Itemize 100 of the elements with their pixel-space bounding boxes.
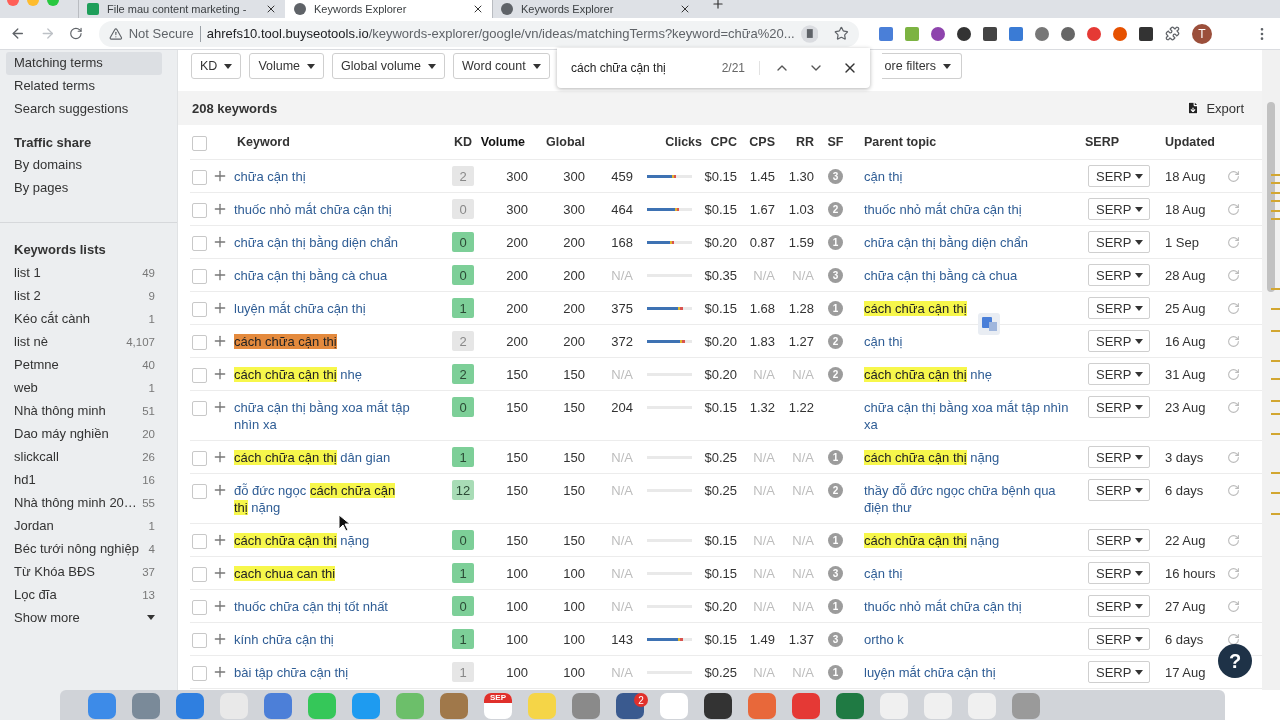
- row-checkbox[interactable]: [192, 633, 207, 648]
- serp-button[interactable]: SERP: [1088, 479, 1150, 501]
- parent-topic-link[interactable]: chữa cận thị bằng xoa mắt tập nhìn xa: [857, 399, 1085, 433]
- find-field[interactable]: cách chữa cận thị 2/21: [571, 61, 760, 75]
- parent-topic-link[interactable]: cách chữa cận thị nặng: [857, 532, 1085, 549]
- parent-topic-link[interactable]: chữa cận thị bằng cà chua: [857, 267, 1085, 284]
- select-all-checkbox[interactable]: [192, 135, 207, 151]
- keyword-link[interactable]: chữa cận thị bằng cà chua: [234, 267, 444, 284]
- export-button[interactable]: Export: [1186, 100, 1244, 116]
- list-name[interactable]: Béc tưới nông nghiệp: [14, 541, 139, 556]
- page-icon[interactable]: [800, 24, 819, 43]
- serp-button[interactable]: SERP: [1088, 595, 1150, 617]
- row-checkbox[interactable]: [192, 484, 207, 499]
- extension-icon[interactable]: [1061, 26, 1075, 41]
- serp-button[interactable]: SERP: [1088, 330, 1150, 352]
- column-header[interactable]: Updated: [1160, 135, 1227, 149]
- keyword-link[interactable]: thuốc chữa cận thị tốt nhất: [234, 598, 444, 615]
- app-icon[interactable]: [836, 693, 864, 719]
- column-header[interactable]: SERP: [1085, 135, 1160, 149]
- list-name[interactable]: Từ Khóa BĐS: [14, 564, 95, 579]
- add-icon[interactable]: [212, 333, 228, 349]
- row-checkbox[interactable]: [192, 236, 207, 251]
- add-icon[interactable]: [212, 234, 228, 250]
- keyword-link[interactable]: chữa cận thị bằng diện chẩn: [234, 234, 444, 251]
- parent-topic-link[interactable]: cận thị: [857, 168, 1085, 185]
- filter-dropdown[interactable]: KD: [191, 53, 242, 79]
- close-icon[interactable]: [679, 3, 691, 15]
- row-checkbox[interactable]: [192, 203, 207, 218]
- serp-button[interactable]: SERP: [1088, 363, 1150, 385]
- column-header[interactable]: KD: [444, 135, 482, 149]
- serp-button[interactable]: SERP: [1088, 562, 1150, 584]
- row-checkbox[interactable]: [192, 451, 207, 466]
- add-icon[interactable]: [212, 449, 228, 465]
- extension-icon[interactable]: [983, 26, 997, 41]
- add-icon[interactable]: [212, 664, 228, 680]
- list-name[interactable]: Nhà thông minh: [14, 403, 106, 418]
- row-checkbox[interactable]: [192, 170, 207, 185]
- row-checkbox[interactable]: [192, 567, 207, 582]
- column-header[interactable]: CPC: [702, 135, 737, 149]
- parent-topic-link[interactable]: thầy đỗ đức ngọc chữa bệnh qua điện thư: [857, 482, 1085, 516]
- add-icon[interactable]: [212, 201, 228, 217]
- add-icon[interactable]: [212, 565, 228, 581]
- sidebar-item[interactable]: Related terms: [6, 75, 162, 98]
- serp-button[interactable]: SERP: [1088, 165, 1150, 187]
- new-tab-icon[interactable]: [711, 0, 725, 11]
- extension-icon[interactable]: [957, 26, 971, 41]
- translate-icon[interactable]: [978, 313, 1000, 335]
- serp-button[interactable]: SERP: [1088, 198, 1150, 220]
- list-name[interactable]: slickcall: [14, 449, 59, 464]
- sidebar-item[interactable]: Search suggestions: [6, 98, 162, 121]
- keyword-link[interactable]: bài tập chữa cận thị: [234, 664, 444, 681]
- sidebar-item[interactable]: By domains: [6, 154, 162, 177]
- bookmark-star-icon[interactable]: [834, 26, 849, 41]
- sidebar-item[interactable]: Matching terms: [6, 52, 162, 75]
- list-name[interactable]: Kéo cắt cành: [14, 311, 90, 326]
- column-header[interactable]: Volume: [482, 135, 528, 149]
- extension-icon[interactable]: [1139, 26, 1153, 41]
- keyword-link[interactable]: thuốc nhỏ mắt chữa cận thị: [234, 201, 444, 218]
- filter-dropdown[interactable]: Volume: [249, 53, 325, 79]
- serp-button[interactable]: SERP: [1088, 264, 1150, 286]
- add-icon[interactable]: [212, 168, 228, 184]
- serp-button[interactable]: SERP: [1088, 661, 1150, 683]
- column-header[interactable]: Parent topic: [857, 135, 1085, 149]
- row-checkbox[interactable]: [192, 666, 207, 681]
- add-icon[interactable]: [212, 300, 228, 316]
- keyword-link[interactable]: luyện mắt chữa cận thị: [234, 300, 444, 317]
- list-name[interactable]: Dao máy nghiền: [14, 426, 109, 441]
- column-header[interactable]: Global: [528, 135, 585, 149]
- scrollbar[interactable]: [1262, 50, 1280, 690]
- row-checkbox[interactable]: [192, 269, 207, 284]
- list-name[interactable]: Petmne: [14, 357, 59, 372]
- add-icon[interactable]: [212, 267, 228, 283]
- row-checkbox[interactable]: [192, 368, 207, 383]
- add-icon[interactable]: [212, 399, 228, 415]
- list-name[interactable]: hd1: [14, 472, 36, 487]
- back-icon[interactable]: [10, 25, 26, 42]
- list-name[interactable]: list 2: [14, 288, 41, 303]
- column-header[interactable]: RR: [775, 135, 814, 149]
- filter-dropdown[interactable]: Word count: [453, 53, 550, 79]
- add-icon[interactable]: [212, 631, 228, 647]
- refresh-icon[interactable]: [1227, 633, 1240, 646]
- keyword-link[interactable]: cách chữa cận thị: [234, 333, 444, 350]
- filter-dropdown[interactable]: Global volume: [332, 53, 445, 79]
- sidebar-item[interactable]: By pages: [6, 177, 162, 200]
- list-name[interactable]: list nè: [14, 334, 48, 349]
- row-checkbox[interactable]: [192, 534, 207, 549]
- add-icon[interactable]: [212, 598, 228, 614]
- parent-topic-link[interactable]: cận thị: [857, 565, 1085, 582]
- close-icon[interactable]: [265, 3, 277, 15]
- parent-topic-link[interactable]: cách chữa cận thị nhẹ: [857, 366, 1085, 383]
- keyword-link[interactable]: chữa cận thị: [234, 168, 444, 185]
- parent-topic-link[interactable]: cách chữa cận thị: [857, 300, 1085, 317]
- parent-topic-link[interactable]: cách chữa cận thị nặng: [857, 449, 1085, 466]
- app-icon[interactable]: [704, 693, 732, 719]
- serp-button[interactable]: SERP: [1088, 628, 1150, 650]
- parent-topic-link[interactable]: chữa cận thị bằng diện chẩn: [857, 234, 1085, 251]
- profile-avatar[interactable]: T: [1192, 23, 1212, 44]
- row-checkbox[interactable]: [192, 335, 207, 350]
- column-header[interactable]: Clicks: [585, 135, 702, 149]
- list-name[interactable]: Lọc đĩa: [14, 587, 57, 602]
